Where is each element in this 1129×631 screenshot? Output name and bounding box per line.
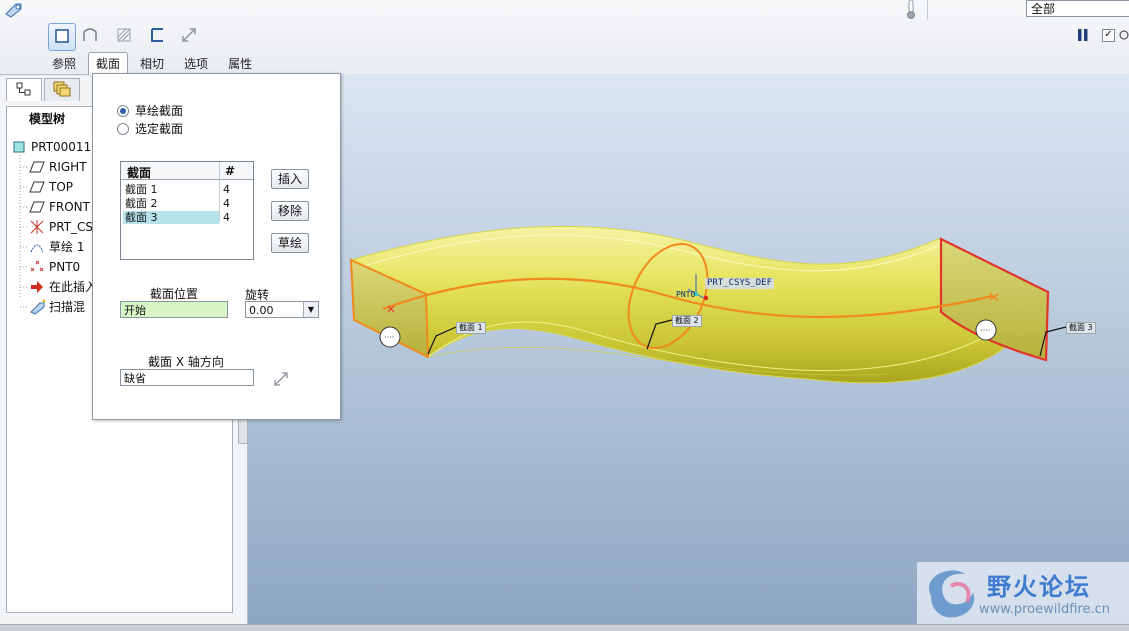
tree-item-label: PNT0 bbox=[49, 260, 81, 274]
sweep-blend-dashboard: 参照 截面 相切 选项 属性 全部 ✓ bbox=[0, 0, 1129, 75]
tree-item-label: RIGHT bbox=[49, 160, 87, 174]
flip-axis-icon[interactable] bbox=[272, 370, 290, 391]
tree-scrollbar-thumb[interactable] bbox=[238, 416, 248, 444]
datum-point-icon bbox=[29, 259, 45, 275]
thermometer-icon bbox=[905, 0, 917, 23]
navigator-tabs bbox=[6, 78, 82, 102]
dropdown-arrow-icon[interactable]: ▼ bbox=[303, 302, 318, 317]
section-count: 4 bbox=[223, 197, 230, 210]
tree-item-sweep-blend[interactable]: 扫描混 bbox=[29, 298, 85, 316]
x-axis-direction-field[interactable]: 缺省 bbox=[120, 369, 254, 386]
tree-item-label: PRT00011. bbox=[31, 140, 96, 154]
datum-plane-icon bbox=[29, 199, 45, 215]
sections-panel: 草绘截面 选定截面 截面 # 截面 1 4 截面 2 4 截面 3 4 插入 移… bbox=[92, 73, 341, 420]
insert-button[interactable]: 插入 bbox=[271, 169, 309, 189]
tree-item-label: FRONT bbox=[49, 200, 90, 214]
feature-icon bbox=[4, 0, 24, 21]
rotation-value: 0.00 bbox=[249, 304, 274, 317]
tree-item-right[interactable]: RIGHT bbox=[29, 158, 87, 176]
section-3-label: 截面 3 bbox=[1066, 322, 1096, 334]
tree-item-front[interactable]: FRONT bbox=[29, 198, 90, 216]
fire-logo-icon bbox=[921, 566, 981, 625]
tree-item-label: TOP bbox=[49, 180, 74, 194]
part-icon bbox=[11, 139, 27, 155]
surface-button[interactable] bbox=[77, 23, 103, 49]
section-count: 4 bbox=[223, 183, 230, 196]
tree-item-label: PRT_CS bbox=[49, 220, 94, 234]
model-tree-icon bbox=[16, 81, 32, 100]
section-1-label: 截面 1 bbox=[456, 322, 486, 334]
sweep-blend-solid[interactable] bbox=[349, 225, 1050, 384]
x-axis-direction-label: 截面 X 轴方向 bbox=[148, 355, 224, 369]
insert-here-icon bbox=[29, 279, 45, 295]
section-name: 截面 3 bbox=[123, 211, 219, 224]
section-location-label: 截面位置 bbox=[150, 287, 199, 301]
dashboard-tabs: 参照 截面 相切 选项 属性 bbox=[44, 52, 264, 75]
selected-sections-radio[interactable]: 选定截面 bbox=[117, 120, 183, 137]
radio-label: 草绘截面 bbox=[135, 104, 184, 118]
pause-icon[interactable] bbox=[1076, 28, 1090, 42]
csys-label: PRT_CSYS_DEF bbox=[705, 278, 775, 289]
model-viewport bbox=[349, 225, 1067, 384]
section-location-field[interactable]: 开始 bbox=[120, 301, 228, 318]
tree-item-sketch[interactable]: 草绘 1 bbox=[29, 238, 84, 256]
sections-table: 截面 # 截面 1 4 截面 2 4 截面 3 4 bbox=[120, 161, 254, 260]
tree-item-label: 草绘 1 bbox=[49, 240, 85, 254]
sketched-sections-radio[interactable]: 草绘截面 bbox=[117, 102, 183, 119]
tree-item-label: 扫描混 bbox=[49, 300, 86, 314]
filter-select[interactable]: 全部 bbox=[1026, 0, 1129, 17]
tab-references[interactable]: 参照 bbox=[44, 52, 84, 75]
section-name: 截面 1 bbox=[125, 183, 158, 196]
datum-plane-icon bbox=[29, 159, 45, 175]
tree-item-point[interactable]: PNT0 bbox=[29, 258, 80, 276]
sketch-icon bbox=[29, 239, 45, 255]
tab-model-tree[interactable] bbox=[6, 78, 42, 101]
flip-direction-button[interactable] bbox=[176, 23, 202, 49]
column-header-section: 截面 bbox=[127, 166, 152, 180]
thicken-button[interactable] bbox=[144, 23, 170, 49]
radio-label: 选定截面 bbox=[135, 122, 184, 136]
tree-item-part[interactable]: PRT00011. bbox=[11, 138, 95, 156]
rotation-field[interactable]: 0.00 ▼ bbox=[245, 301, 319, 318]
tree-item-top[interactable]: TOP bbox=[29, 178, 73, 196]
csys-icon bbox=[29, 219, 45, 235]
sweep-blend-icon bbox=[29, 299, 45, 315]
folder-stack-icon bbox=[53, 81, 71, 100]
tab-folder-browser[interactable] bbox=[44, 78, 80, 101]
tab-properties[interactable]: 属性 bbox=[220, 52, 260, 75]
watermark-title: 野火论坛 bbox=[987, 573, 1091, 601]
preview-checkbox[interactable]: ✓ bbox=[1102, 29, 1115, 42]
tree-item-label: 在此插入 bbox=[49, 280, 98, 294]
solid-button[interactable] bbox=[48, 23, 76, 51]
watermark-url: www.proewildfire.cn bbox=[979, 602, 1110, 617]
solid-icon bbox=[53, 27, 71, 48]
flip-direction-icon bbox=[180, 26, 198, 47]
tab-options[interactable]: 选项 bbox=[176, 52, 216, 75]
tab-sections[interactable]: 截面 bbox=[88, 52, 129, 75]
radio-indicator bbox=[117, 122, 129, 135]
glasses-icon[interactable] bbox=[1118, 27, 1129, 44]
table-row[interactable]: 截面 1 4 bbox=[123, 183, 251, 196]
divider bbox=[927, 0, 928, 20]
tree-item-insert-here[interactable]: 在此插入 bbox=[29, 278, 97, 296]
section-2-label: 截面 2 bbox=[672, 315, 702, 327]
sketch-button[interactable]: 草绘 bbox=[271, 233, 309, 253]
surface-icon bbox=[81, 26, 99, 47]
tab-tangency[interactable]: 相切 bbox=[132, 52, 172, 75]
remove-material-icon bbox=[115, 26, 133, 47]
section-name: 截面 2 bbox=[125, 197, 158, 210]
radio-indicator bbox=[117, 104, 129, 117]
graphics-window[interactable]: 截面 1 截面 2 截面 3 PRT_CSYS_DEF PNT0 bbox=[248, 74, 1129, 624]
table-row-selected[interactable]: 截面 3 4 bbox=[123, 211, 251, 224]
column-header-count: # bbox=[225, 164, 236, 178]
thicken-icon bbox=[148, 26, 166, 47]
section-count: 4 bbox=[223, 211, 230, 224]
remove-material-button[interactable] bbox=[111, 23, 137, 49]
table-row[interactable]: 截面 2 4 bbox=[123, 197, 251, 210]
datum-plane-icon bbox=[29, 179, 45, 195]
forum-watermark: 野火论坛 www.proewildfire.cn bbox=[917, 562, 1129, 624]
tree-item-csys[interactable]: PRT_CS bbox=[29, 218, 93, 236]
remove-button[interactable]: 移除 bbox=[271, 201, 309, 221]
point-label: PNT0 bbox=[676, 290, 696, 299]
